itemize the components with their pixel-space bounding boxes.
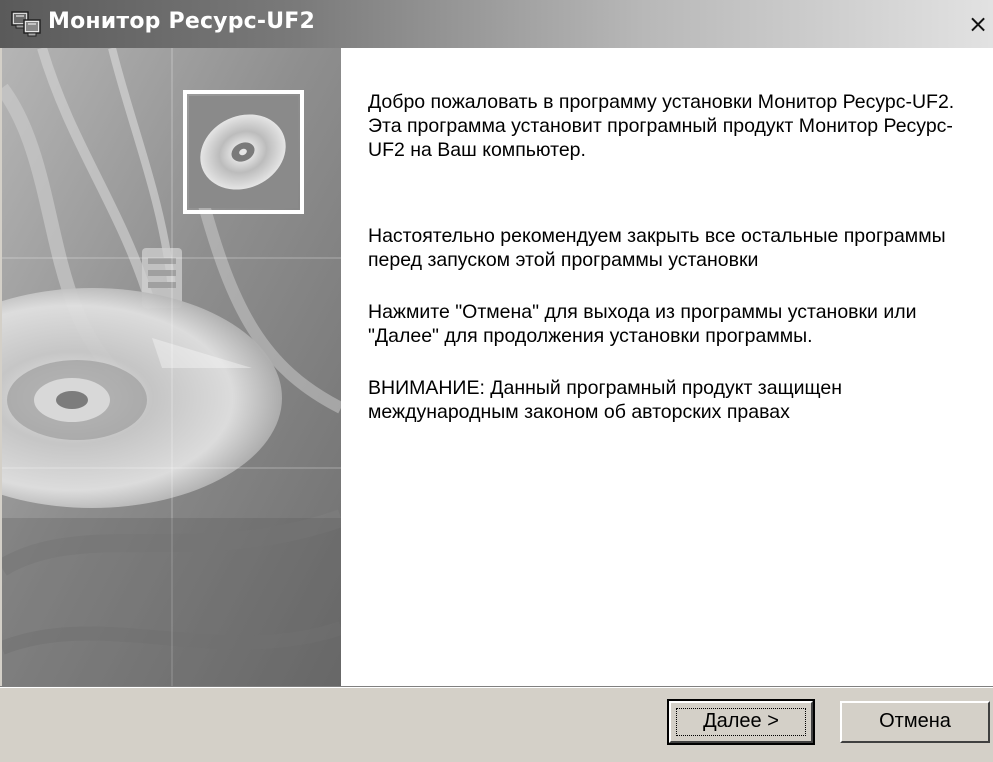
cancel-button[interactable]: Отмена (840, 701, 990, 743)
welcome-paragraph: Добро пожаловать в программу установки М… (368, 91, 955, 161)
window-title: Монитор Ресурс-UF2 (48, 9, 316, 34)
button-bar: Далее > Отмена (0, 688, 993, 762)
installer-computer-icon (10, 10, 42, 38)
next-button-label: Далее > (703, 710, 779, 732)
next-accelerator-key: Д (703, 710, 717, 732)
instructions-paragraph: Нажмите "Отмена" для выхода из программы… (368, 301, 917, 347)
close-programs-paragraph: Настоятельно рекомендуем закрыть все ост… (368, 225, 946, 271)
installer-window: Монитор Ресурс-UF2 × Добро пожаловать в … (0, 0, 993, 762)
cd-disc-illustration (2, 48, 341, 686)
side-banner-image (2, 48, 341, 686)
title-bar[interactable]: Монитор Ресурс-UF2 × (0, 0, 993, 48)
next-label-rest: алее > (716, 710, 779, 732)
welcome-content: Добро пожаловать в программу установки М… (341, 48, 993, 686)
copyright-warning-paragraph: ВНИМАНИЕ: Данный програмный продукт защи… (368, 377, 842, 423)
close-icon[interactable]: × (963, 10, 993, 40)
next-button[interactable]: Далее > (667, 699, 815, 745)
